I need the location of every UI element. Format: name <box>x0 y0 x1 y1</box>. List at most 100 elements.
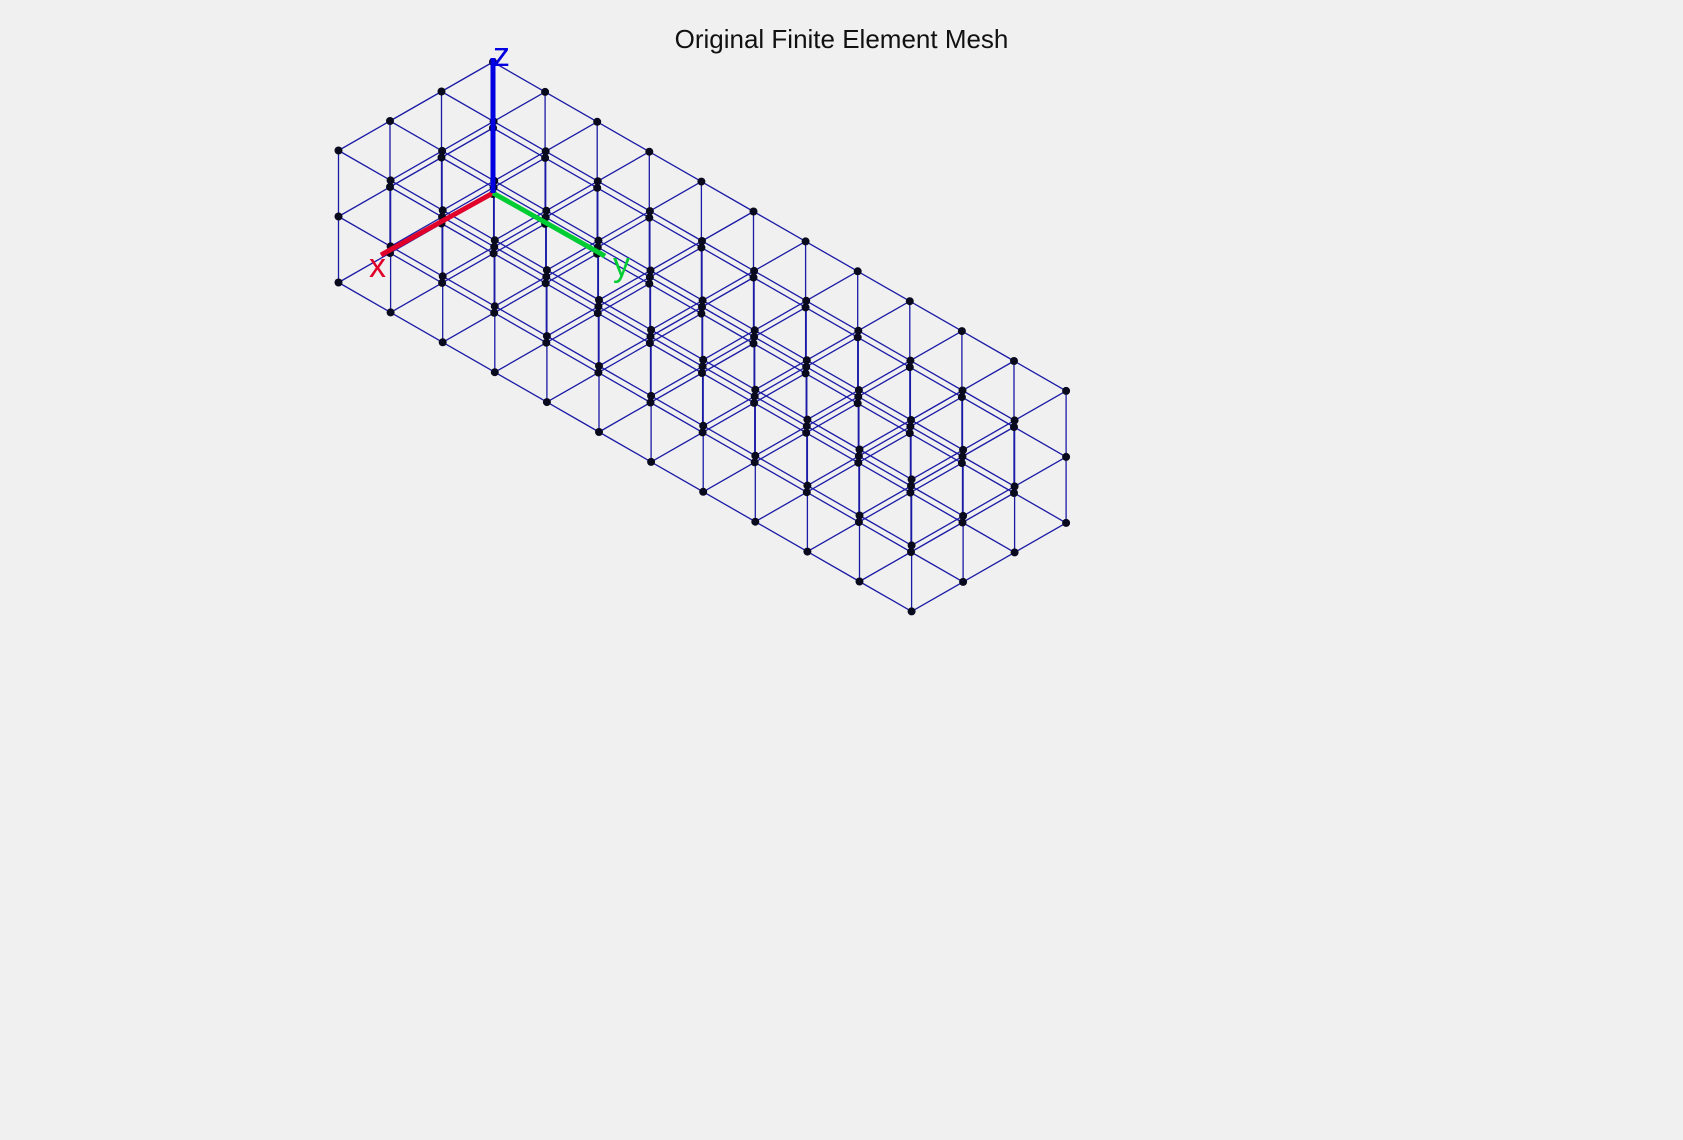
mesh-node <box>647 325 656 334</box>
mesh-edge <box>807 455 860 487</box>
mesh-edge <box>753 336 807 368</box>
mesh-edge <box>598 210 651 242</box>
mesh-edge <box>441 61 494 93</box>
mesh-edge <box>650 461 704 493</box>
mesh-edge <box>910 330 963 362</box>
mesh-node <box>334 146 343 155</box>
mesh-edge <box>807 521 860 553</box>
mesh-edge <box>962 419 1015 451</box>
mesh-node <box>1062 518 1071 527</box>
mesh-edge <box>494 305 548 337</box>
mesh-edge <box>805 402 859 434</box>
mesh-edge <box>441 252 494 284</box>
mesh-node <box>697 177 706 186</box>
mesh-node <box>647 391 656 400</box>
mesh-node <box>803 481 812 490</box>
mesh-node <box>646 266 655 275</box>
mesh-edge <box>857 366 911 398</box>
mesh-edge <box>962 360 1015 392</box>
mesh-edge <box>701 313 754 345</box>
mesh-edge <box>650 329 704 361</box>
mesh-edge <box>911 515 964 546</box>
mesh-edge <box>494 342 547 373</box>
mesh-edge <box>650 365 703 397</box>
mesh-edge <box>649 210 703 242</box>
mesh-node <box>334 212 343 221</box>
mesh-edge <box>546 240 599 271</box>
mesh-node <box>854 386 863 395</box>
mesh-edge <box>910 389 963 421</box>
mesh-edge <box>596 187 650 219</box>
mesh-node <box>957 327 966 336</box>
mesh-edge <box>493 282 547 314</box>
mesh-node <box>334 278 343 287</box>
mesh-edge <box>597 151 650 182</box>
mesh-edge <box>544 157 598 189</box>
mesh-edge <box>390 282 443 313</box>
mesh-edge <box>806 491 860 523</box>
mesh-edge <box>962 389 1015 421</box>
mesh-node <box>438 206 447 215</box>
mesh-edge <box>702 425 756 457</box>
mesh-edge <box>649 342 703 374</box>
mesh-edge <box>807 551 860 583</box>
mesh-node <box>542 206 551 215</box>
mesh-node <box>541 87 550 96</box>
mesh-edge <box>597 283 650 314</box>
mesh-edge <box>701 342 754 374</box>
mesh-edge <box>701 247 754 279</box>
mesh-edge <box>598 401 651 433</box>
mesh-edge <box>858 360 911 391</box>
mesh-edge <box>702 329 756 361</box>
mesh-edge <box>649 181 702 212</box>
mesh-edge <box>442 312 495 343</box>
mesh-edge <box>754 395 808 427</box>
mesh-edge <box>805 270 859 302</box>
mesh-node <box>645 147 654 156</box>
mesh-edge <box>962 521 1015 553</box>
mesh-edge <box>754 300 807 331</box>
mesh-edge <box>494 239 548 271</box>
mesh-edge <box>805 432 859 464</box>
mesh-edge <box>442 246 495 277</box>
x-axis-label: x <box>369 247 386 285</box>
y-axis-arrow <box>491 190 607 259</box>
mesh-edge <box>910 485 964 517</box>
mesh-edge <box>806 396 859 427</box>
mesh-edge <box>961 330 1015 362</box>
mesh-node <box>905 297 914 306</box>
mesh-edge <box>754 389 808 421</box>
mesh-edge <box>650 299 703 331</box>
mesh-edge <box>441 222 494 254</box>
mesh-node <box>959 577 968 586</box>
mesh-edge <box>598 335 651 367</box>
mesh-node <box>751 451 760 460</box>
mesh-edge <box>702 395 756 427</box>
mesh-edge <box>649 247 702 278</box>
mesh-node <box>1010 482 1019 491</box>
mesh-edge <box>910 492 963 524</box>
mesh-edge <box>857 336 911 368</box>
mesh-edge <box>702 431 756 463</box>
mesh-edge <box>702 299 756 331</box>
mesh-edge <box>493 120 547 152</box>
mesh-edge <box>754 359 808 391</box>
mesh-node <box>855 577 864 586</box>
mesh-edge <box>910 396 963 428</box>
mesh-node <box>907 607 916 616</box>
mesh-edge <box>807 485 860 517</box>
mesh-node <box>803 547 812 556</box>
mesh-edge <box>961 396 1015 428</box>
mesh-edge <box>597 180 651 212</box>
mesh-edge <box>598 299 652 331</box>
mesh-node <box>699 421 708 430</box>
mesh-edge <box>753 402 807 434</box>
mesh-edge <box>857 402 911 434</box>
mesh-edge <box>596 121 650 153</box>
mesh-edge <box>1013 360 1067 392</box>
mesh-edge <box>650 269 703 301</box>
mesh-edge <box>962 426 1015 458</box>
mesh-node <box>749 207 758 216</box>
mesh-edge <box>441 186 494 218</box>
mesh-edge <box>702 270 755 301</box>
